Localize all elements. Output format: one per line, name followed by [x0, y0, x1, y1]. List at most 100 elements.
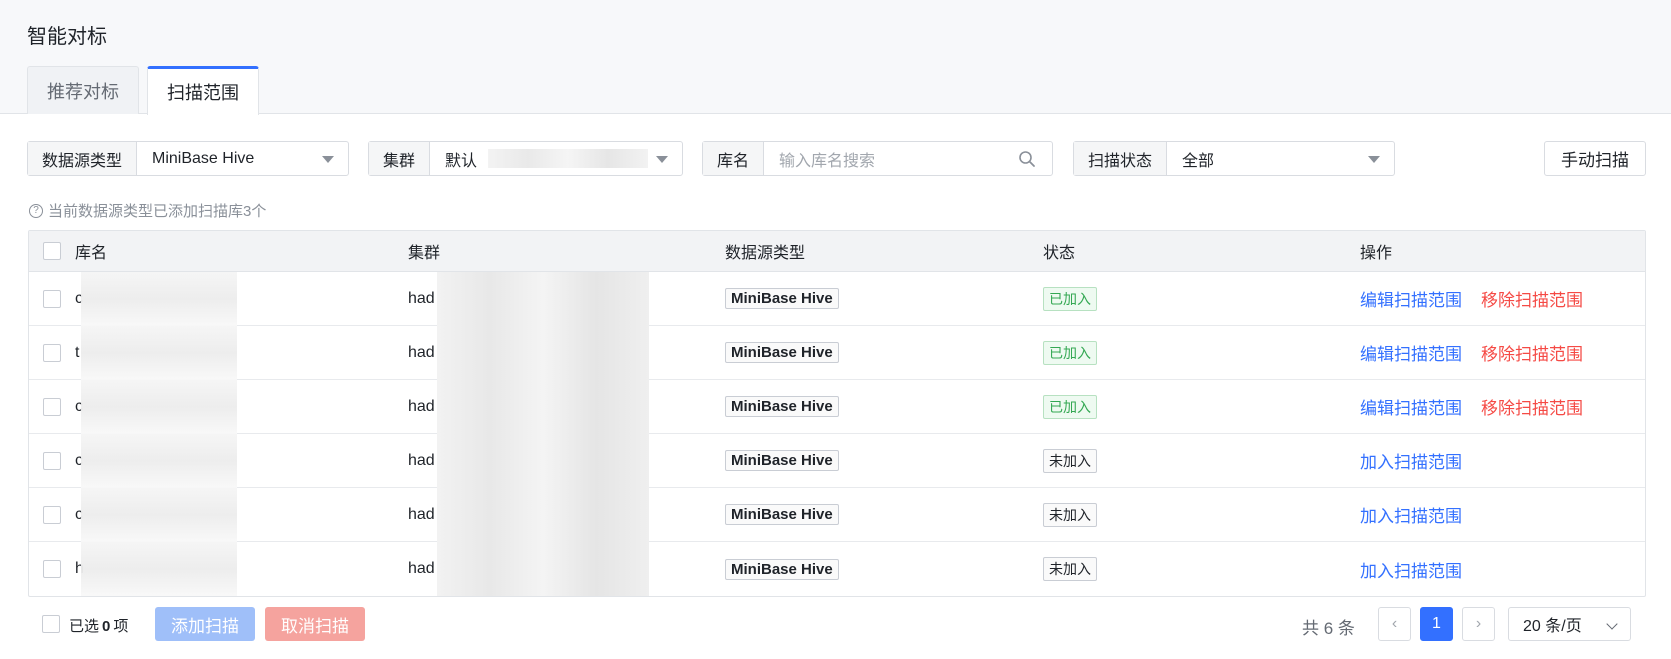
table-row: c had MiniBase Hive 未加入 加入扫描范围	[29, 434, 1645, 488]
table-row: t had MiniBase Hive 已加入 编辑扫描范围 移除扫描范围	[29, 326, 1645, 380]
selected-number: 0	[102, 618, 111, 635]
remove-scan-scope-link[interactable]: 移除扫描范围	[1481, 345, 1583, 364]
row-checkbox[interactable]	[43, 289, 61, 308]
prev-page-button[interactable]: ‹	[1378, 607, 1411, 641]
cell-cluster: had	[408, 397, 435, 415]
add-scan-scope-link[interactable]: 加入扫描范围	[1360, 453, 1462, 472]
manual-scan-button[interactable]: 手动扫描	[1544, 141, 1646, 176]
cluster-filter[interactable]: 集群 默认	[368, 141, 683, 176]
redacted-cluster-name	[437, 488, 649, 542]
table-row: h had MiniBase Hive 未加入 加入扫描范围	[29, 542, 1645, 596]
cluster-value: 默认	[445, 152, 478, 170]
cell-actions: 编辑扫描范围 移除扫描范围	[1360, 394, 1583, 419]
db-name-placeholder: 输入库名搜索	[779, 152, 876, 170]
cell-cluster: had	[408, 343, 435, 361]
select-all-checkbox[interactable]	[43, 242, 61, 260]
cancel-scan-button[interactable]: 取消扫描	[265, 607, 365, 641]
status-badge: 已加入	[1043, 286, 1097, 311]
page-title: 智能对标	[27, 26, 107, 48]
header-cluster: 集群	[408, 245, 441, 262]
redacted-cluster-name	[437, 542, 649, 596]
add-scan-scope-link[interactable]: 加入扫描范围	[1360, 562, 1462, 581]
selected-prefix: 已选	[69, 618, 100, 635]
status-badge: 已加入	[1043, 340, 1097, 365]
row-checkbox[interactable]	[43, 505, 61, 524]
row-checkbox[interactable]	[43, 343, 61, 362]
datasource-type-filter[interactable]: 数据源类型 MiniBase Hive	[27, 141, 349, 176]
cell-actions: 编辑扫描范围 移除扫描范围	[1360, 286, 1583, 311]
page-size-select[interactable]: 20 条/页	[1508, 607, 1631, 641]
db-name-label: 库名	[703, 142, 765, 175]
scan-status-value: 全部	[1182, 152, 1215, 170]
redacted-cluster-name	[437, 434, 649, 488]
cell-type-tag: MiniBase Hive	[725, 396, 839, 417]
db-name-search-input[interactable]: 输入库名搜索	[764, 142, 1052, 175]
row-checkbox[interactable]	[43, 451, 61, 470]
remove-scan-scope-link[interactable]: 移除扫描范围	[1481, 399, 1583, 418]
redacted-db-name	[81, 326, 237, 380]
redacted-cluster-name	[437, 326, 649, 380]
footer-select-all-checkbox[interactable]	[42, 615, 60, 633]
cell-db: t	[75, 343, 80, 361]
table-header: 库名 集群 数据源类型 状态 操作	[29, 231, 1645, 272]
table-row: c had MiniBase Hive 已加入 编辑扫描范围 移除扫描范围	[29, 380, 1645, 434]
cluster-select[interactable]: 默认	[430, 142, 682, 175]
scan-status-label: 扫描状态	[1074, 142, 1168, 175]
cell-type-tag: MiniBase Hive	[725, 558, 839, 580]
scan-table: 库名 集群 数据源类型 状态 操作 c had MiniBase Hive 已加…	[28, 230, 1646, 597]
edit-scan-scope-link[interactable]: 编辑扫描范围	[1360, 345, 1462, 364]
page-header: 智能对标 推荐对标 扫描范围	[0, 0, 1671, 115]
cell-actions: 加入扫描范围	[1360, 502, 1462, 527]
add-scan-scope-link[interactable]: 加入扫描范围	[1360, 507, 1462, 526]
chevron-down-icon	[1606, 618, 1618, 630]
cell-actions: 加入扫描范围	[1360, 557, 1462, 582]
redacted-db-name	[81, 542, 237, 596]
cell-type-tag: MiniBase Hive	[725, 450, 839, 471]
next-page-button[interactable]: ›	[1462, 607, 1495, 641]
redacted-cluster-name	[437, 380, 649, 434]
cell-type-tag: MiniBase Hive	[725, 504, 839, 525]
cell-actions: 加入扫描范围	[1360, 448, 1462, 473]
scan-status-select[interactable]: 全部	[1167, 142, 1394, 175]
table-row: c had MiniBase Hive 未加入 加入扫描范围	[29, 488, 1645, 542]
page-1-button[interactable]: 1	[1420, 607, 1453, 641]
cell-cluster: had	[408, 451, 435, 469]
edit-scan-scope-link[interactable]: 编辑扫描范围	[1360, 399, 1462, 418]
datasource-type-value: MiniBase Hive	[152, 149, 255, 167]
add-scan-button[interactable]: 添加扫描	[155, 607, 255, 641]
redacted-db-name	[81, 434, 237, 488]
cell-cluster: had	[408, 505, 435, 523]
cell-cluster: had	[408, 289, 435, 307]
edit-scan-scope-link[interactable]: 编辑扫描范围	[1360, 291, 1462, 310]
redacted-db-name	[81, 380, 237, 434]
db-name-filter[interactable]: 库名 输入库名搜索	[702, 141, 1053, 176]
selected-count: 已选 0 项	[69, 615, 128, 636]
scan-hint: ? 当前数据源类型已添加扫描库3个	[29, 200, 266, 221]
caret-down-icon	[1368, 156, 1380, 163]
datasource-type-label: 数据源类型	[28, 142, 138, 175]
cell-cluster: had	[408, 560, 435, 577]
cell-type-tag: MiniBase Hive	[725, 288, 839, 309]
header-status: 状态	[1043, 245, 1076, 262]
status-badge: 未加入	[1043, 502, 1097, 527]
caret-down-icon	[656, 156, 668, 163]
datasource-type-select[interactable]: MiniBase Hive	[137, 142, 348, 175]
cell-type-tag: MiniBase Hive	[725, 342, 839, 363]
header-type: 数据源类型	[725, 245, 806, 262]
tab-recommend[interactable]: 推荐对标	[27, 66, 139, 114]
status-badge: 未加入	[1043, 557, 1097, 581]
row-checkbox[interactable]	[43, 397, 61, 416]
redacted-db-name	[81, 488, 237, 542]
selected-suffix: 项	[113, 618, 129, 635]
caret-down-icon	[322, 156, 334, 163]
row-checkbox[interactable]	[43, 560, 61, 578]
table-footer: 已选 0 项 添加扫描 取消扫描 共 6 条 ‹ 1 › 20 条/页	[28, 607, 1646, 641]
scan-status-filter[interactable]: 扫描状态 全部	[1073, 141, 1395, 176]
scan-hint-text: 当前数据源类型已添加扫描库3个	[48, 203, 267, 220]
tab-scan-scope[interactable]: 扫描范围	[147, 66, 259, 115]
search-icon[interactable]	[1018, 150, 1036, 168]
redacted-db-name	[81, 272, 237, 326]
question-circle-icon: ?	[29, 203, 43, 218]
remove-scan-scope-link[interactable]: 移除扫描范围	[1481, 291, 1583, 310]
cluster-label: 集群	[369, 142, 431, 175]
